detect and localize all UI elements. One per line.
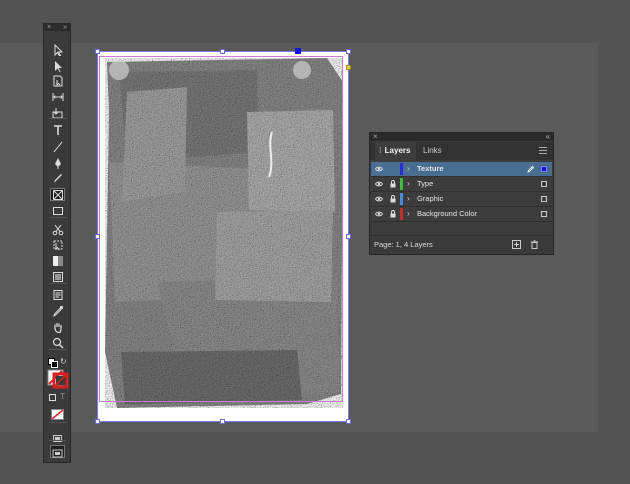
layer-color-indicator[interactable] (295, 48, 301, 54)
zoom-tool-icon[interactable] (50, 336, 65, 349)
panel-menu-icon[interactable] (539, 147, 547, 156)
rectangle-frame-tool-icon[interactable] (50, 188, 65, 201)
tab-links[interactable]: Links (423, 142, 442, 160)
layers-status-text: Page: 1, 4 Layers (374, 240, 433, 249)
eyedropper-tool-icon[interactable] (50, 304, 65, 317)
trash-icon[interactable] (530, 240, 539, 249)
note-tool-icon[interactable] (50, 288, 65, 301)
layer-name: Texture (417, 164, 444, 173)
collapse-icon[interactable]: » (63, 24, 67, 31)
tools-panel: × » ↻ T (43, 23, 71, 463)
formatting-container-icon[interactable] (49, 394, 56, 401)
chevron-right-icon[interactable]: › (407, 162, 410, 176)
lock-icon[interactable] (390, 195, 396, 203)
resize-handle-right[interactable] (346, 234, 351, 239)
layer-color-swatch (400, 178, 403, 190)
free-transform-tool-icon[interactable] (50, 238, 65, 251)
page-tool-icon[interactable] (50, 74, 65, 87)
selection-tool-icon[interactable] (50, 43, 65, 56)
resize-handle-left[interactable] (95, 234, 100, 239)
eye-icon[interactable] (375, 166, 383, 172)
collapse-icon[interactable]: « (546, 133, 550, 141)
hand-tool-icon[interactable] (50, 320, 65, 333)
formatting-text-icon[interactable]: T (60, 392, 65, 401)
tool-separator (49, 118, 66, 119)
tool-separator (49, 283, 66, 284)
tool-separator (49, 349, 66, 350)
tab-layers[interactable]: ⁞ Layers (375, 142, 416, 160)
tool-separator (49, 217, 66, 218)
resize-handle-top-left[interactable] (95, 49, 100, 54)
layer-name: Type (417, 179, 434, 188)
layer-row[interactable]: › Background Color (371, 207, 552, 222)
live-corner-widget[interactable] (346, 65, 351, 70)
tab-links-label: Links (423, 146, 442, 155)
new-layer-icon[interactable] (512, 240, 521, 249)
chevron-right-icon[interactable]: › (407, 177, 410, 191)
layer-color-swatch (400, 163, 403, 175)
layer-row[interactable]: › Type (371, 177, 552, 192)
tools-panel-grip[interactable]: × » (44, 24, 70, 31)
rectangle-tool-icon[interactable] (50, 204, 65, 217)
type-tool-icon[interactable] (50, 123, 65, 136)
swap-fill-stroke-icon[interactable]: ↻ (60, 357, 67, 366)
layer-color-swatch (400, 193, 403, 205)
screen-mode-icon[interactable] (53, 429, 62, 442)
selection-indicator[interactable] (541, 166, 547, 172)
pencil-tool-icon[interactable] (50, 171, 65, 184)
fill-stroke-swatch[interactable] (47, 369, 69, 389)
layer-row[interactable]: › Graphic (371, 192, 552, 207)
pen-tool-icon[interactable] (50, 156, 65, 169)
resize-handle-bottom[interactable] (220, 419, 225, 424)
close-icon[interactable]: × (373, 133, 378, 141)
resize-handle-top-right[interactable] (346, 49, 351, 54)
selection-indicator[interactable] (541, 211, 547, 217)
chevron-right-icon[interactable]: › (407, 207, 410, 221)
selection-indicator[interactable] (541, 196, 547, 202)
panel-tabs: ⁞ Layers Links (370, 142, 553, 160)
gap-tool-icon[interactable] (50, 90, 65, 103)
layers-panel: × « ⁞ Layers Links › Texture › Type › Graphic ›… (369, 132, 554, 255)
view-mode-icon[interactable] (50, 445, 65, 458)
selection-indicator[interactable] (541, 181, 547, 187)
direct-selection-tool-icon[interactable] (50, 59, 65, 72)
eye-icon[interactable] (375, 181, 383, 187)
tab-layers-label: Layers (384, 146, 411, 155)
apply-none-icon[interactable] (51, 407, 64, 420)
layer-name: Background Color (417, 209, 478, 218)
lock-icon[interactable] (390, 180, 396, 188)
scissors-tool-icon[interactable] (50, 223, 65, 236)
lock-icon[interactable] (390, 210, 396, 218)
resize-handle-top[interactable] (220, 49, 225, 54)
pen-icon (527, 165, 535, 173)
resize-handle-bottom-left[interactable] (95, 419, 100, 424)
layer-color-swatch (400, 208, 403, 220)
selection-frame[interactable] (97, 51, 349, 422)
layers-panel-footer: Page: 1, 4 Layers (370, 235, 553, 254)
eye-icon[interactable] (375, 211, 383, 217)
layers-panel-titlebar[interactable]: × « (370, 133, 553, 141)
close-icon[interactable]: × (47, 24, 51, 31)
eye-icon[interactable] (375, 196, 383, 202)
chevron-right-icon[interactable]: › (407, 192, 410, 206)
gradient-swatch-tool-icon[interactable] (50, 254, 65, 267)
layer-row[interactable]: › Texture (371, 162, 552, 177)
line-tool-icon[interactable] (50, 140, 65, 153)
default-fill-stroke-icon[interactable] (48, 358, 58, 368)
layer-name: Graphic (417, 194, 444, 203)
gradient-feather-tool-icon[interactable] (50, 270, 65, 283)
resize-handle-bottom-right[interactable] (346, 419, 351, 424)
